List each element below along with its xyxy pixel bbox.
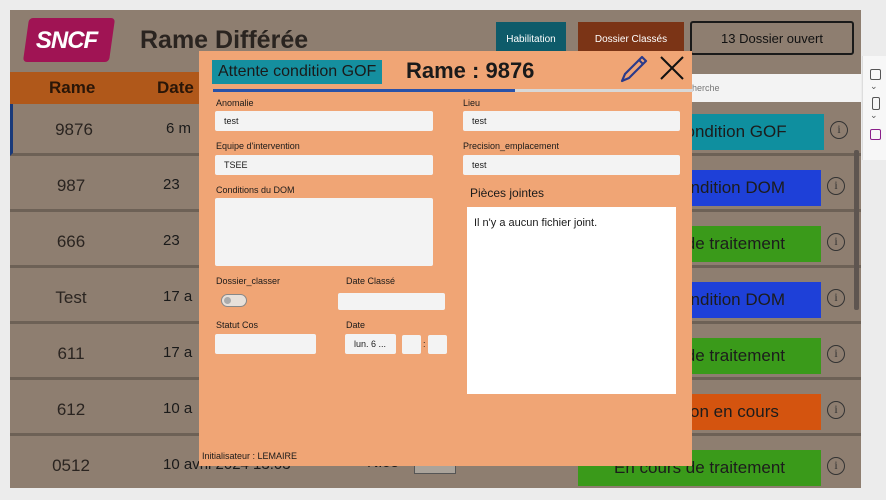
status-badge: Attente condition GOF (212, 60, 383, 84)
info-icon[interactable]: i (827, 233, 845, 251)
anomalie-field[interactable]: test (215, 111, 433, 131)
precision-label: Precision_emplacement (463, 141, 560, 151)
date-cell: 23 (163, 176, 180, 193)
modal-title: Rame : 9876 (406, 58, 535, 83)
anomalie-label: Anomalie (216, 98, 254, 108)
lieu-field[interactable]: test (463, 111, 680, 131)
info-icon[interactable]: i (827, 289, 845, 307)
date-cell: 17 a (163, 344, 193, 361)
initiator-label: Initialisateur : LEMAIRE (202, 451, 298, 461)
sncf-logo: SNCF (22, 18, 116, 62)
date-cell: 23 (163, 232, 180, 249)
date-cell: 17 a (163, 288, 193, 305)
toggle-knob (224, 297, 231, 304)
rame-cell: 611 (57, 344, 85, 363)
progress-fill (213, 89, 516, 92)
attachments-title: Pièces jointes (470, 186, 545, 200)
chevron-down-icon[interactable]: ⌄ (870, 82, 878, 92)
date-cell: 6 m (166, 120, 192, 137)
app-icon[interactable] (870, 129, 881, 140)
rame-cell: 987 (56, 176, 86, 195)
progress-bar (213, 89, 693, 92)
chevron-down-icon[interactable]: ⌄ (870, 111, 878, 121)
attachments-empty-text: Il n'y a aucun fichier joint. (474, 217, 598, 229)
minute-select[interactable] (428, 335, 447, 354)
list-scrollbar[interactable] (854, 150, 859, 310)
date-classe-label: Date Classé (346, 276, 396, 286)
lieu-label: Lieu (463, 98, 481, 108)
time-separator: : (423, 339, 426, 349)
info-icon[interactable]: i (827, 401, 845, 419)
dossier-classer-label: Dossier_classer (216, 276, 281, 286)
close-icon[interactable] (657, 53, 687, 83)
rame-cell: 612 (56, 400, 86, 419)
precision-field[interactable]: test (463, 155, 680, 175)
rame-cell: 9876 (55, 120, 93, 139)
logo-text: SNCF (35, 27, 98, 54)
statut-cos-field[interactable] (215, 334, 316, 354)
conditions-label: Conditions du DOM (216, 185, 295, 195)
edit-pencil-icon[interactable] (618, 53, 650, 85)
dossiers-ouverts-button[interactable]: 13 Dossier ouvert (690, 21, 854, 55)
date-cell: 10 a (163, 400, 193, 417)
screen-icon[interactable] (870, 69, 881, 80)
info-icon[interactable]: i (827, 457, 845, 475)
rame-cell: 666 (56, 232, 86, 251)
dossier-classer-toggle[interactable] (221, 294, 247, 307)
attachments-box[interactable]: Il n'y a aucun fichier joint. (467, 207, 676, 394)
right-rail: ⌄ ⌄ (862, 56, 886, 160)
dossier-detail-modal: Attente condition GOF Rame : 9876 Anomal… (199, 51, 693, 466)
date-picker[interactable]: lun. 6 ... (345, 334, 396, 354)
app-window: SNCF Rame Différée Habilitation Dossier … (10, 10, 861, 488)
column-header-rame[interactable]: Rame (10, 72, 135, 104)
phone-icon[interactable] (872, 97, 880, 110)
rame-cell: Test (55, 288, 87, 307)
statut-cos-label: Statut Cos (216, 320, 259, 330)
info-icon[interactable]: i (827, 345, 845, 363)
equipe-field[interactable]: TSEE (215, 155, 433, 175)
hour-select[interactable] (402, 335, 421, 354)
info-icon[interactable]: i (830, 121, 848, 139)
conditions-textarea[interactable] (215, 198, 433, 266)
search-input[interactable]: Recherche (670, 74, 861, 102)
date-classe-field[interactable] (338, 293, 445, 310)
info-icon[interactable]: i (827, 177, 845, 195)
equipe-label: Equipe d'intervention (216, 141, 300, 151)
date-label: Date (346, 320, 366, 330)
rame-cell: 0512 (52, 456, 90, 475)
